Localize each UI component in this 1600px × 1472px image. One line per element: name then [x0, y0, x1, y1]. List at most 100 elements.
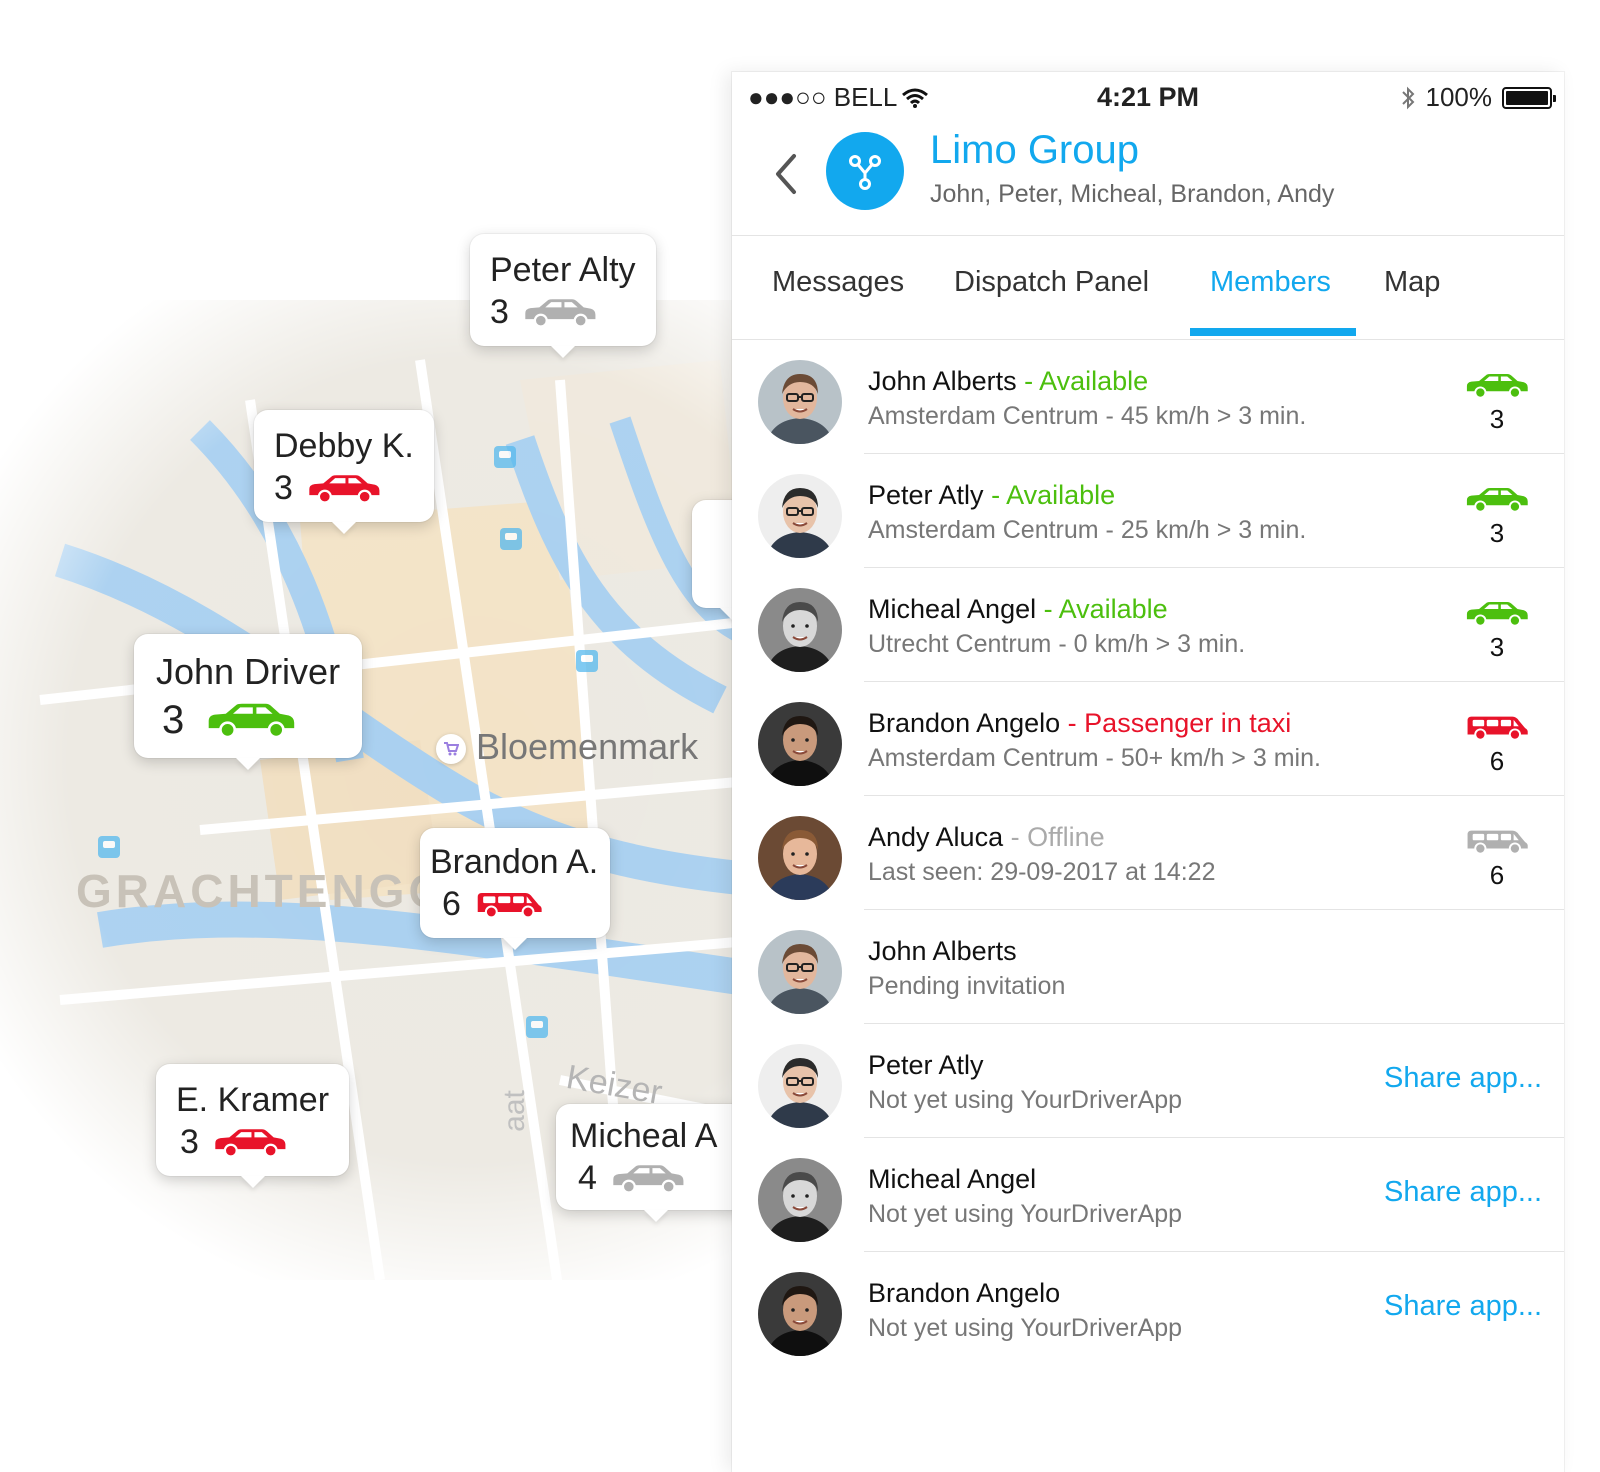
- van-icon: [1462, 828, 1532, 860]
- member-name: Peter Atly: [868, 480, 984, 510]
- tab-members[interactable]: Members: [1210, 266, 1331, 299]
- vehicle-capacity: 6: [1489, 746, 1505, 776]
- avatar: [758, 1272, 842, 1356]
- member-status: - Available: [1036, 594, 1168, 624]
- map-pin[interactable]: E. Kramer 3: [156, 1064, 350, 1176]
- pin-car-capacity: 3: [274, 469, 293, 507]
- status-bar: ●●●○○ BELL 4:21 PM 100%: [732, 72, 1564, 124]
- member-name: Brandon Angelo: [868, 708, 1061, 738]
- pin-driver-name: Brandon A.: [430, 843, 599, 881]
- member-name-line: Micheal Angel: [868, 1164, 1036, 1195]
- car-icon: [1462, 600, 1532, 632]
- map-pin[interactable]: Brandon A. 6: [420, 828, 611, 938]
- member-detail: Last seen: 29-09-2017 at 14:22: [868, 858, 1216, 886]
- member-row[interactable]: Micheal Angel Not yet using YourDriverApp…: [732, 1138, 1564, 1252]
- map-pin[interactable]: Debby K. 3: [254, 410, 434, 522]
- pin-car-capacity: 3: [180, 1123, 199, 1161]
- battery-icon: [1502, 86, 1556, 109]
- pin-driver-name: E. Kramer: [176, 1081, 330, 1119]
- vehicle-badge: 6: [1462, 714, 1532, 777]
- share-app-link[interactable]: Share app...: [1384, 1176, 1542, 1209]
- vehicle-capacity: 3: [1489, 518, 1505, 548]
- vehicle-capacity: 3: [1489, 632, 1505, 662]
- member-name-line: Brandon Angelo: [868, 1278, 1060, 1309]
- member-name: Micheal Angel: [868, 1164, 1037, 1194]
- group-members-summary: John, Peter, Micheal, Brandon, Andy: [930, 180, 1335, 208]
- member-name-line: Peter Atly: [868, 1050, 984, 1081]
- map-street-label-vertical: aat: [497, 1090, 531, 1132]
- member-status: - Available: [1016, 366, 1149, 396]
- member-status: - Offline: [1003, 822, 1105, 852]
- member-name: John Alberts: [868, 366, 1017, 396]
- vehicle-badge: 3: [1462, 600, 1532, 663]
- map-pin[interactable]: Peter Alty 3: [470, 234, 656, 346]
- pin-car-capacity: 3: [490, 293, 509, 331]
- car-icon: [213, 1127, 287, 1158]
- member-name: Brandon Angelo: [868, 1278, 1061, 1308]
- avatar: [758, 588, 842, 672]
- pin-car-capacity: 3: [162, 698, 185, 742]
- member-row[interactable]: Andy Aluca - Offline Last seen: 29-09-201…: [732, 796, 1564, 910]
- member-name-line: Brandon Angelo - Passenger in taxi: [868, 708, 1291, 739]
- vehicle-capacity: 6: [1489, 860, 1505, 890]
- member-detail: Amsterdam Centrum - 50+ km/h > 3 min.: [868, 744, 1321, 772]
- battery-percent: 100%: [1425, 82, 1493, 112]
- member-row[interactable]: Peter Atly Not yet using YourDriverApp Sha…: [732, 1024, 1564, 1138]
- pin-car-capacity: 6: [442, 885, 461, 923]
- car-icon: [1462, 486, 1532, 518]
- tram-stop-icon: [98, 836, 120, 858]
- tram-stop-icon: [500, 528, 522, 550]
- car-icon: [206, 701, 296, 739]
- tram-stop-icon: [576, 650, 598, 672]
- pin-driver-name: Peter Alty: [490, 251, 636, 289]
- map-street-label: Bloemenmark: [476, 726, 699, 767]
- car-icon: [523, 297, 597, 328]
- avatar: [758, 702, 842, 786]
- pin-driver-name: Debby K.: [274, 427, 414, 465]
- member-status: - Passenger in taxi: [1060, 708, 1292, 738]
- avatar: [758, 930, 842, 1014]
- member-detail: Amsterdam Centrum - 45 km/h > 3 min.: [868, 402, 1307, 430]
- member-name: John Alberts: [868, 936, 1017, 966]
- map-pin[interactable]: John Driver 3: [134, 634, 363, 758]
- member-row[interactable]: Micheal Angel - Available Utrecht Centrum…: [732, 568, 1564, 682]
- back-button[interactable]: [766, 148, 806, 200]
- pin-car-capacity: 4: [578, 1159, 597, 1197]
- members-list: John Alberts - Available Amsterdam Centru…: [732, 340, 1564, 1366]
- share-network-icon: [849, 155, 881, 190]
- tab-bar: Messages Dispatch Panel Members Map: [732, 236, 1564, 340]
- avatar: [758, 1044, 842, 1128]
- tab-dispatch-panel[interactable]: Dispatch Panel: [954, 266, 1149, 299]
- status-right: 100%: [1400, 82, 1556, 113]
- tram-stop-icon: [526, 1016, 548, 1038]
- vehicle-badge: 6: [1462, 828, 1532, 891]
- map-pin[interactable]: Micheal A 4: [556, 1104, 756, 1210]
- member-name-line: Micheal Angel - Available: [868, 594, 1168, 625]
- member-name-line: John Alberts - Available: [868, 366, 1148, 397]
- active-tab-indicator: [1190, 328, 1356, 336]
- member-detail: Not yet using YourDriverApp: [868, 1086, 1183, 1114]
- tram-stop-icon: [494, 446, 516, 468]
- member-row[interactable]: Brandon Angelo - Passenger in taxi Amster…: [732, 682, 1564, 796]
- tab-messages[interactable]: Messages: [772, 266, 904, 299]
- group-title: Limo Group: [930, 128, 1139, 172]
- member-name: Peter Atly: [868, 1050, 984, 1080]
- van-icon: [475, 890, 543, 919]
- member-detail: Not yet using YourDriverApp: [868, 1200, 1183, 1228]
- share-app-link[interactable]: Share app...: [1384, 1290, 1542, 1323]
- group-header: Limo Group John, Peter, Micheal, Brandon…: [732, 124, 1564, 236]
- share-app-link[interactable]: Share app...: [1384, 1062, 1542, 1095]
- vehicle-badge: 3: [1462, 372, 1532, 435]
- member-row[interactable]: John Alberts - Available Amsterdam Centru…: [732, 340, 1564, 454]
- avatar: [758, 816, 842, 900]
- member-row[interactable]: Peter Atly - Available Amsterdam Centrum …: [732, 454, 1564, 568]
- member-row[interactable]: Brandon Angelo Not yet using YourDriverAp…: [732, 1252, 1564, 1366]
- avatar: [758, 1158, 842, 1242]
- group-avatar[interactable]: [826, 132, 904, 210]
- member-row[interactable]: John Alberts Pending invitation: [732, 910, 1564, 1024]
- vehicle-badge: 3: [1462, 486, 1532, 549]
- pin-driver-name: John Driver: [156, 651, 341, 692]
- car-icon: [1462, 372, 1532, 404]
- member-name-line: Peter Atly - Available: [868, 480, 1115, 511]
- tab-map[interactable]: Map: [1384, 266, 1440, 299]
